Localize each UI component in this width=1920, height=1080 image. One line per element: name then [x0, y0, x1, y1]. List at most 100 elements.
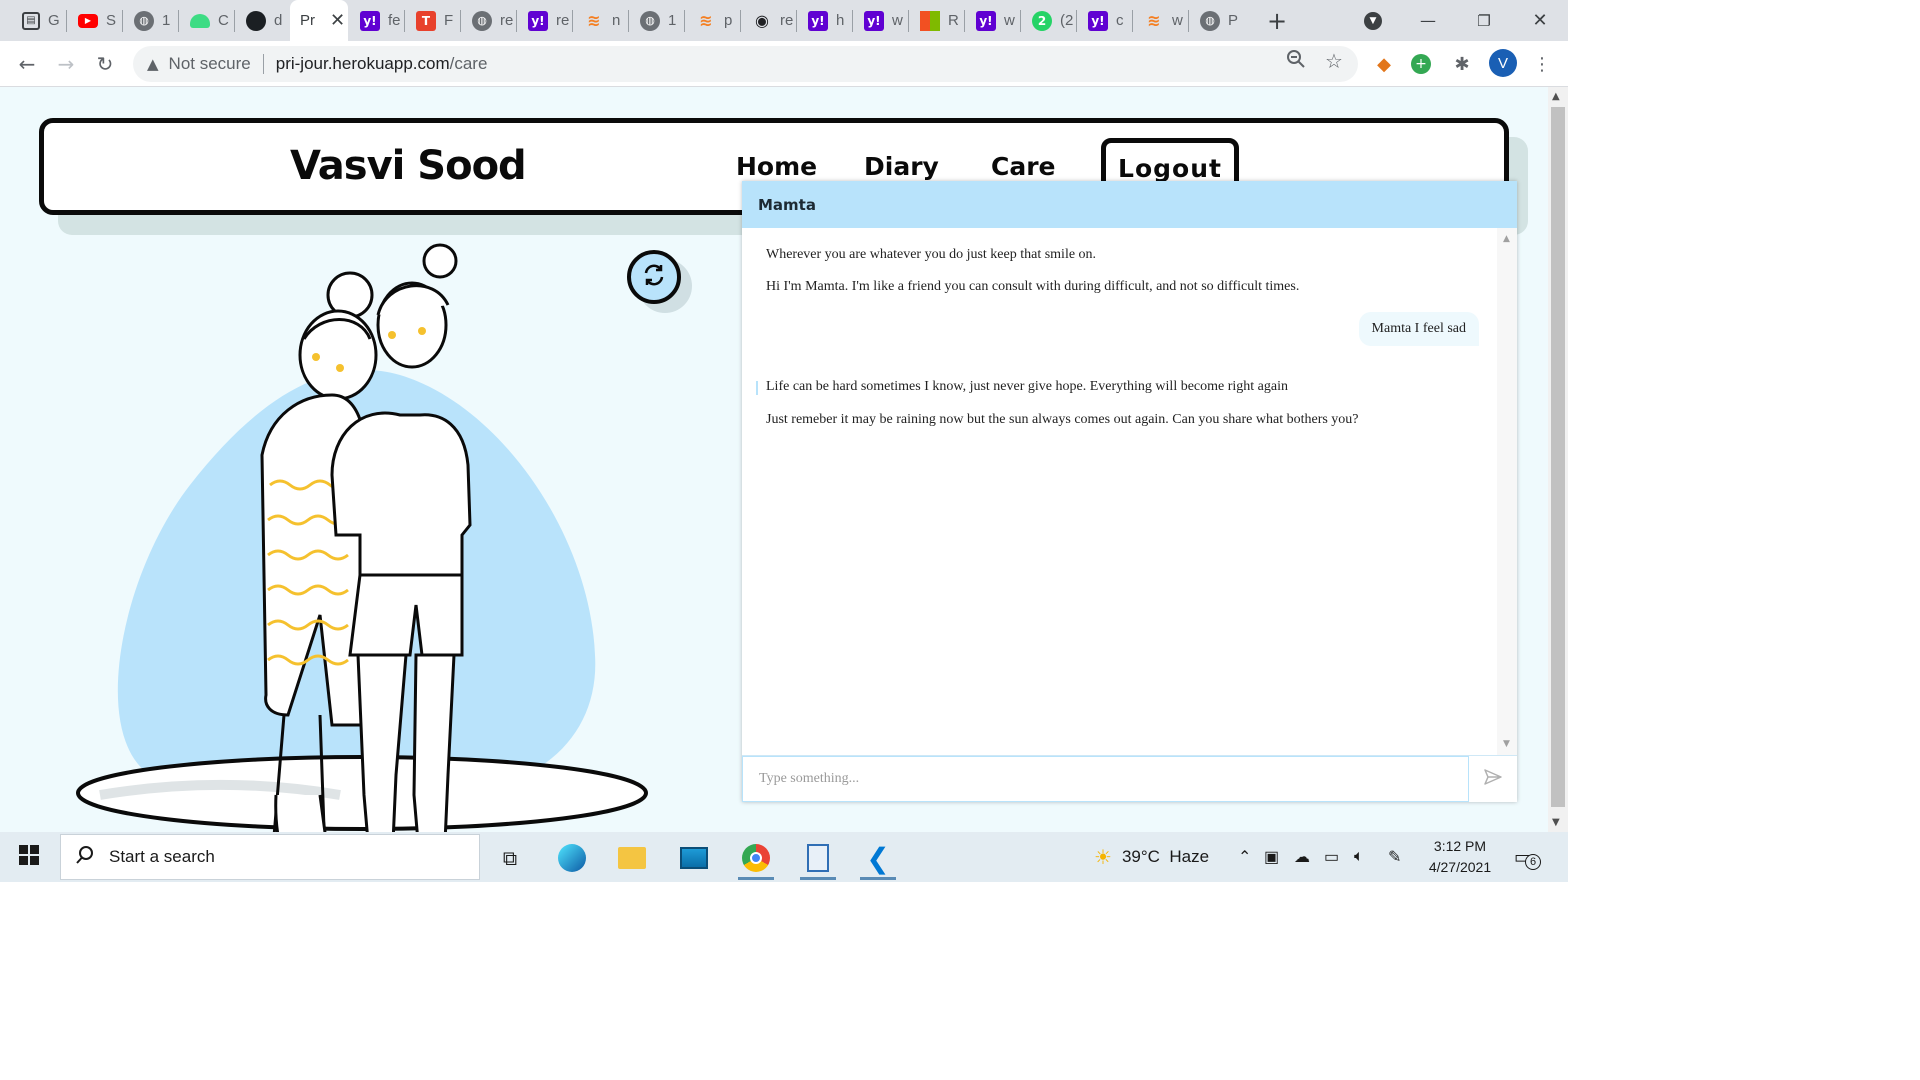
microsoft-icon [920, 10, 940, 31]
file-explorer-app[interactable] [606, 836, 658, 880]
browser-tab[interactable]: T F [406, 0, 460, 41]
yahoo-icon: y! [864, 10, 884, 31]
browser-tab[interactable]: ▶ S [68, 0, 122, 41]
zoom-icon[interactable] [1286, 49, 1306, 74]
windows-icon [19, 845, 39, 869]
start-button[interactable] [0, 832, 58, 882]
chat-messages: Wherever you are whatever you do just ke… [742, 228, 1497, 755]
clock-time: 3:12 PM [1433, 838, 1487, 854]
scroll-down-icon[interactable]: ▼ [1552, 817, 1560, 828]
browser-tab[interactable]: ≋ n [574, 0, 628, 41]
browser-tab[interactable]: ◉ re [742, 0, 796, 41]
send-icon [1483, 767, 1503, 791]
notification-center[interactable]: ▭ 6 [1514, 832, 1542, 882]
browser-tab[interactable]: ◍ P [1190, 0, 1244, 41]
reload-button[interactable]: ↻ [90, 49, 120, 79]
folder-icon [618, 847, 646, 869]
plus-icon: + [1266, 6, 1288, 35]
browser-tab[interactable]: C [180, 0, 234, 41]
url-host: pri-jour.herokuapp.com [275, 54, 450, 73]
clock-date: 4/27/2021 [1428, 859, 1492, 875]
edge-icon [558, 844, 586, 872]
browser-tab[interactable]: y! re [518, 0, 572, 41]
chat-message-input[interactable] [742, 756, 1469, 802]
scrollbar-thumb[interactable] [1551, 107, 1565, 807]
nav-care-link[interactable]: Care [991, 152, 1056, 181]
page-scrollbar[interactable]: ▲ ▼ [1548, 87, 1568, 832]
browser-tab[interactable]: y! fe [350, 0, 404, 41]
chat-header: Mamta [742, 181, 1517, 228]
browser-tab-strip: ▤ G ▶ S ◍ 1 C d Pr ✕ y! fe T F ◍ re y! r… [0, 0, 1568, 41]
windows-taskbar: Start a search ⧉ ❮ ☀ 39°C Haze ⌃ ▣ ☁ ▭ 🔈… [0, 832, 1568, 882]
arrow-left-icon: ← [18, 52, 36, 76]
bookmark-star-icon[interactable]: ☆ [1325, 49, 1343, 73]
scroll-up-icon[interactable]: ▲ [1552, 91, 1560, 102]
warning-icon: ▲ [147, 55, 159, 73]
new-tab-button[interactable]: + [1262, 0, 1292, 41]
bot-message: Just remeber it may be raining now but t… [766, 412, 1359, 427]
task-view-icon: ⧉ [502, 846, 518, 870]
edge-app[interactable] [546, 836, 598, 880]
taskbar-search[interactable]: Start a search [60, 834, 480, 880]
pen-icon[interactable]: ✎ [1388, 832, 1401, 882]
t-icon: T [416, 10, 436, 31]
scroll-up-icon[interactable]: ▲ [1503, 234, 1510, 244]
scroll-down-icon[interactable]: ▼ [1503, 739, 1510, 749]
browser-tab[interactable]: 2 (2 [1022, 0, 1076, 41]
forward-button[interactable]: → [51, 49, 81, 79]
browser-tab[interactable]: y! w [854, 0, 908, 41]
minimize-icon: — [1420, 11, 1436, 30]
whatsapp-icon: 2 [1032, 10, 1052, 31]
browser-tab[interactable]: ▤ G [12, 0, 66, 41]
back-button[interactable]: ← [12, 49, 42, 79]
close-tab-icon[interactable]: ✕ [330, 10, 345, 31]
weather-widget[interactable]: ☀ 39°C Haze [1094, 832, 1209, 882]
browser-tab[interactable]: d [236, 0, 290, 41]
yahoo-icon: y! [808, 10, 828, 31]
globe-icon: ◍ [472, 10, 492, 31]
chat-scrollbar[interactable]: ▲ ▼ [1497, 228, 1517, 755]
restore-button[interactable]: ❐ [1466, 0, 1502, 41]
url-path: /care [449, 54, 488, 73]
extension-plus-icon[interactable]: + [1411, 54, 1431, 74]
browser-tab[interactable]: ◍ 1 [630, 0, 684, 41]
browser-tab[interactable]: y! w [966, 0, 1020, 41]
send-button[interactable] [1469, 756, 1517, 802]
menu-dots-icon[interactable]: ⋮ [1530, 52, 1554, 76]
search-placeholder: Start a search [109, 847, 215, 866]
browser-tab[interactable]: ≋ w [1134, 0, 1188, 41]
puzzle-icon[interactable]: ✱ [1450, 52, 1474, 76]
display-icon[interactable]: ▣ [1264, 832, 1279, 882]
onedrive-error-icon[interactable]: ☁ [1294, 832, 1310, 882]
minimize-button[interactable]: — [1410, 0, 1446, 41]
weather-haze-icon: ☀ [1094, 846, 1112, 869]
chrome-app[interactable] [730, 836, 782, 880]
browser-tab[interactable]: y! c [1078, 0, 1132, 41]
remote-desktop-app[interactable] [668, 836, 720, 880]
taskbar-clock[interactable]: 3:12 PM 4/27/2021 [1420, 836, 1500, 878]
browser-tab[interactable]: ◍ re [462, 0, 516, 41]
browser-tab[interactable]: R [910, 0, 964, 41]
browser-tab[interactable]: y! h [798, 0, 852, 41]
divider [262, 54, 264, 74]
yahoo-icon: y! [1088, 10, 1108, 31]
message-indicator [756, 381, 758, 395]
notepad-icon [807, 844, 829, 872]
chevron-up-icon[interactable]: ⌃ [1238, 832, 1251, 882]
profile-avatar[interactable]: V [1489, 49, 1517, 77]
address-bar[interactable]: ▲ Not secure pri-jour.herokuapp.com /car… [133, 46, 1358, 82]
browser-tab-active[interactable]: Pr ✕ [290, 0, 348, 41]
task-view-button[interactable]: ⧉ [484, 836, 536, 880]
notepad-app[interactable] [792, 836, 844, 880]
vscode-app[interactable]: ❮ [852, 836, 904, 880]
nav-diary-link[interactable]: Diary [864, 152, 939, 181]
metamask-icon[interactable]: ◆ [1372, 52, 1396, 76]
tab-search-button[interactable]: ▼ [1358, 0, 1388, 41]
battery-icon[interactable]: ▭ [1324, 832, 1339, 882]
browser-tab[interactable]: ≋ p [686, 0, 740, 41]
browser-tab[interactable]: ◍ 1 [124, 0, 178, 41]
volume-icon[interactable]: 🔈︎ [1354, 832, 1364, 882]
close-window-button[interactable]: ✕ [1522, 0, 1558, 41]
nav-home-link[interactable]: Home [736, 152, 817, 181]
yahoo-icon: y! [360, 10, 380, 31]
